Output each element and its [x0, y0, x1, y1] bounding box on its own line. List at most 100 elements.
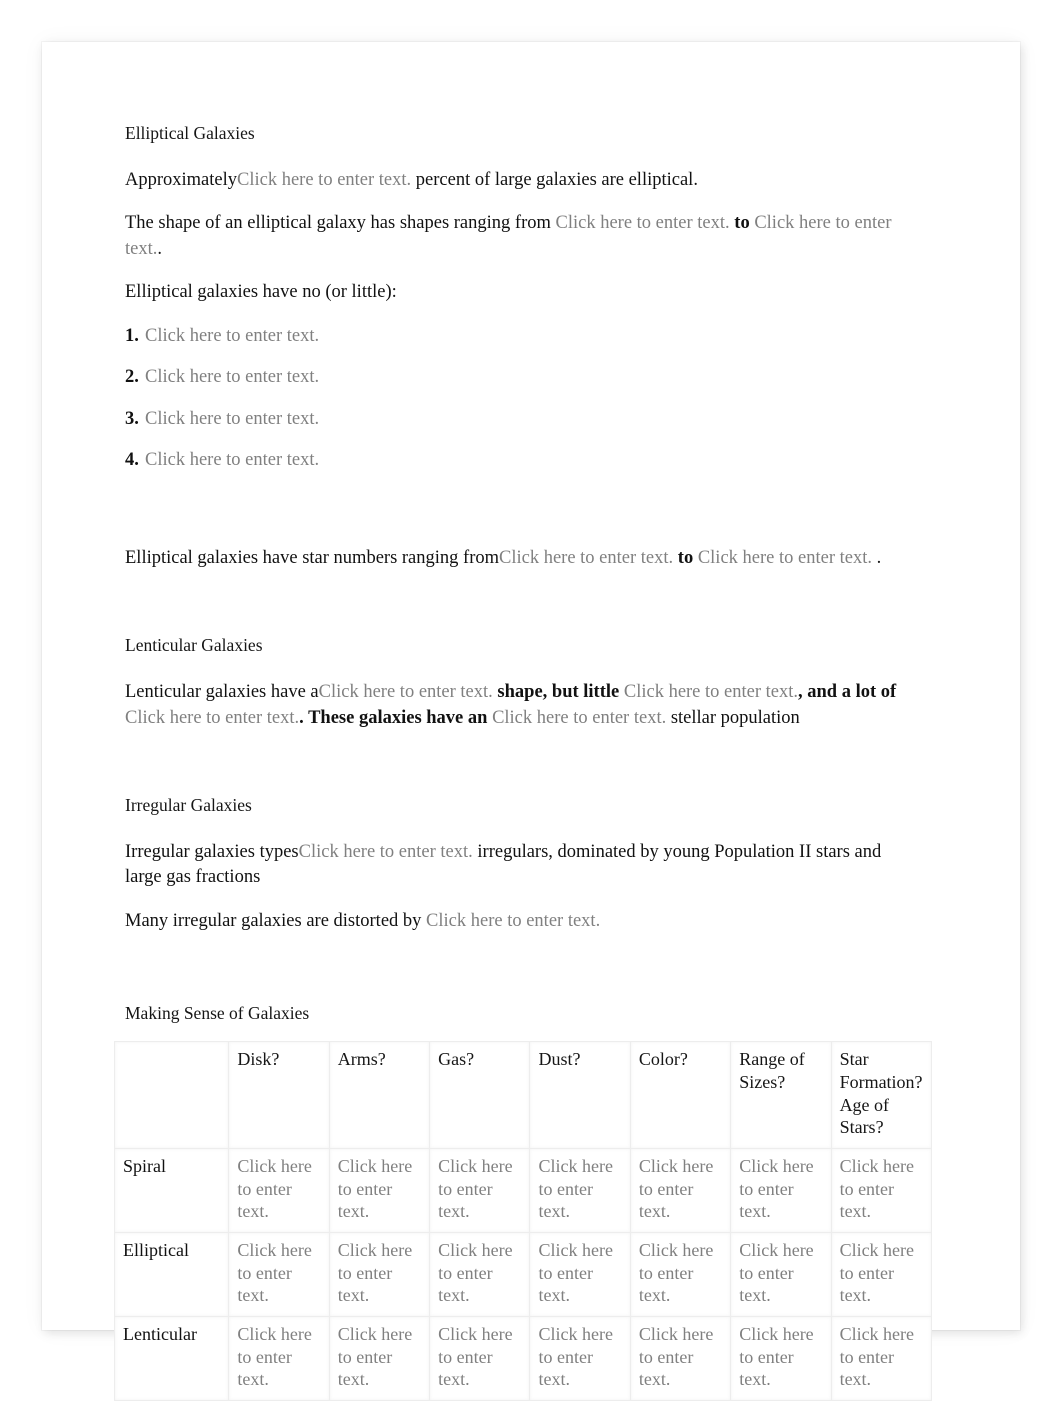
text-run: percent of large galaxies are elliptical… [411, 169, 698, 190]
paragraph-elliptical-percent: ApproximatelyClick here to enter text. p… [125, 168, 920, 194]
paragraph-irregular-distorted: Many irregular galaxies are distorted by… [125, 909, 920, 935]
table-cell-placeholder[interactable]: Click here to enter text. [228, 1315, 330, 1401]
placeholder-field[interactable]: Click here to enter text. [492, 708, 666, 728]
text-run: . [157, 238, 162, 259]
table-row: Elliptical Click here to enter text. Cli… [113, 1231, 933, 1317]
text-run: stellar population [666, 707, 800, 728]
text-run: Irregular galaxies types [125, 841, 299, 862]
table-cell-placeholder[interactable]: Click here to enter text. [629, 1147, 732, 1233]
table-cell-placeholder[interactable]: Click here to enter text. [429, 1231, 531, 1317]
text-run: The shape of an elliptical galaxy has sh… [125, 213, 556, 234]
table-cell-placeholder[interactable]: Click here to enter text. [730, 1231, 832, 1317]
paragraph-elliptical-list-intro: Elliptical galaxies have no (or little): [125, 282, 397, 303]
table-cell-placeholder[interactable]: Click here to enter text. [730, 1315, 832, 1401]
placeholder-field[interactable]: Click here to enter text. [299, 842, 473, 862]
table-row-label-spiral: Spiral [113, 1147, 230, 1233]
placeholder-field[interactable]: Click here to enter text. [145, 367, 319, 387]
list-item: 4. Click here to enter text. [125, 448, 920, 474]
table-header-cell-arms: Arms? [328, 1041, 431, 1149]
table-row: Spiral Click here to enter text. Click h… [113, 1147, 933, 1233]
paragraph-elliptical-star-numbers: Elliptical galaxies have star numbers ra… [125, 546, 920, 572]
table-cell-placeholder[interactable]: Click here to enter text. [328, 1147, 431, 1233]
placeholder-field[interactable]: Click here to enter text. [319, 682, 493, 702]
table-cell-placeholder[interactable]: Click here to enter text. [529, 1231, 631, 1317]
text-run: , and a lot of [798, 682, 897, 703]
table-row-label-lenticular: Lenticular [113, 1315, 230, 1401]
table-header-cell-gas: Gas? [429, 1041, 531, 1149]
table-cell-placeholder[interactable]: Click here to enter text. [529, 1315, 631, 1401]
table-cell-placeholder[interactable]: Click here to enter text. [629, 1231, 732, 1317]
list-item: 2. Click here to enter text. [125, 365, 920, 391]
table-cell-placeholder[interactable]: Click here to enter text. [328, 1315, 431, 1401]
table-cell-placeholder[interactable]: Click here to enter text. [730, 1147, 832, 1233]
table-cell-placeholder[interactable]: Click here to enter text. [328, 1231, 431, 1317]
placeholder-field[interactable]: Click here to enter text. [698, 548, 872, 568]
paragraph-irregular-types: Irregular galaxies typesClick here to en… [125, 840, 920, 891]
text-run: Elliptical galaxies have star numbers ra… [125, 547, 499, 568]
document-page: Elliptical Galaxies ApproximatelyClick h… [42, 42, 1020, 1401]
list-item: 3. Click here to enter text. [125, 407, 920, 433]
table-cell-placeholder[interactable]: Click here to enter text. [228, 1147, 330, 1233]
table-header-cell-disk: Disk? [228, 1041, 330, 1149]
placeholder-field[interactable]: Click here to enter text. [556, 213, 730, 233]
paragraph-lenticular: Lenticular galaxies have aClick here to … [125, 680, 920, 731]
placeholder-field[interactable]: Click here to enter text. [426, 911, 600, 931]
document-body: Elliptical Galaxies ApproximatelyClick h… [113, 122, 933, 1401]
placeholder-field[interactable]: Click here to enter text. [145, 450, 319, 470]
table-cell-placeholder[interactable]: Click here to enter text. [429, 1315, 531, 1401]
list-item-number: 4. [125, 450, 139, 471]
table-row-label-elliptical: Elliptical [113, 1231, 230, 1317]
text-run: Many irregular galaxies are distorted by [125, 910, 427, 931]
heading-lenticular-galaxies: Lenticular Galaxies [125, 635, 263, 656]
placeholder-field[interactable]: Click here to enter text. [624, 682, 798, 702]
text-run: shape, but little [492, 682, 624, 703]
table-row: Lenticular Click here to enter text. Cli… [113, 1315, 933, 1401]
table-cell-placeholder[interactable]: Click here to enter text. [228, 1231, 330, 1317]
list-elliptical-missing-features: 1. Click here to enter text. 2. Click here… [125, 324, 920, 474]
text-run: Approximately [125, 169, 238, 190]
text-run: to [673, 547, 698, 568]
placeholder-field[interactable]: Click here to enter text. [125, 708, 299, 728]
table-cell-placeholder[interactable]: Click here to enter text. [529, 1147, 631, 1233]
table-header-cell-blank [113, 1041, 230, 1149]
text-run: . [871, 547, 882, 568]
galaxy-comparison-table-wrapper: Disk? Arms? Gas? Dust? Color? Range of S… [113, 1041, 933, 1401]
table-cell-placeholder[interactable]: Click here to enter text. [830, 1231, 933, 1317]
heading-irregular-galaxies: Irregular Galaxies [125, 795, 252, 816]
table-cell-placeholder[interactable]: Click here to enter text. [429, 1147, 531, 1233]
text-run: Lenticular galaxies have a [125, 682, 319, 703]
heading-making-sense-of-galaxies: Making Sense of Galaxies [125, 1003, 310, 1024]
table-header-row: Disk? Arms? Gas? Dust? Color? Range of S… [113, 1041, 933, 1149]
table-header-cell-star-formation: Star Formation? Age of Stars? [830, 1041, 933, 1149]
table-header-cell-range-of-sizes: Range of Sizes? [730, 1041, 832, 1149]
placeholder-field[interactable]: Click here to enter text. [499, 548, 673, 568]
list-item: 1. Click here to enter text. [125, 324, 920, 350]
list-item-number: 2. [125, 367, 139, 388]
galaxy-comparison-table: Disk? Arms? Gas? Dust? Color? Range of S… [113, 1041, 933, 1401]
list-item-number: 3. [125, 408, 139, 429]
placeholder-field[interactable]: Click here to enter text. [145, 409, 319, 429]
list-item-number: 1. [125, 325, 139, 346]
table-cell-placeholder[interactable]: Click here to enter text. [830, 1315, 933, 1401]
heading-elliptical-galaxies: Elliptical Galaxies [125, 123, 255, 143]
table-cell-placeholder[interactable]: Click here to enter text. [629, 1315, 732, 1401]
table-header-cell-dust: Dust? [529, 1041, 631, 1149]
placeholder-field[interactable]: Click here to enter text. [237, 170, 411, 190]
text-run: to [729, 213, 755, 234]
table-header-cell-color: Color? [629, 1041, 732, 1149]
text-run: . These galaxies have an [299, 707, 493, 728]
table-cell-placeholder[interactable]: Click here to enter text. [830, 1147, 933, 1233]
paragraph-elliptical-shape: The shape of an elliptical galaxy has sh… [125, 211, 920, 262]
placeholder-field[interactable]: Click here to enter text. [145, 326, 319, 346]
